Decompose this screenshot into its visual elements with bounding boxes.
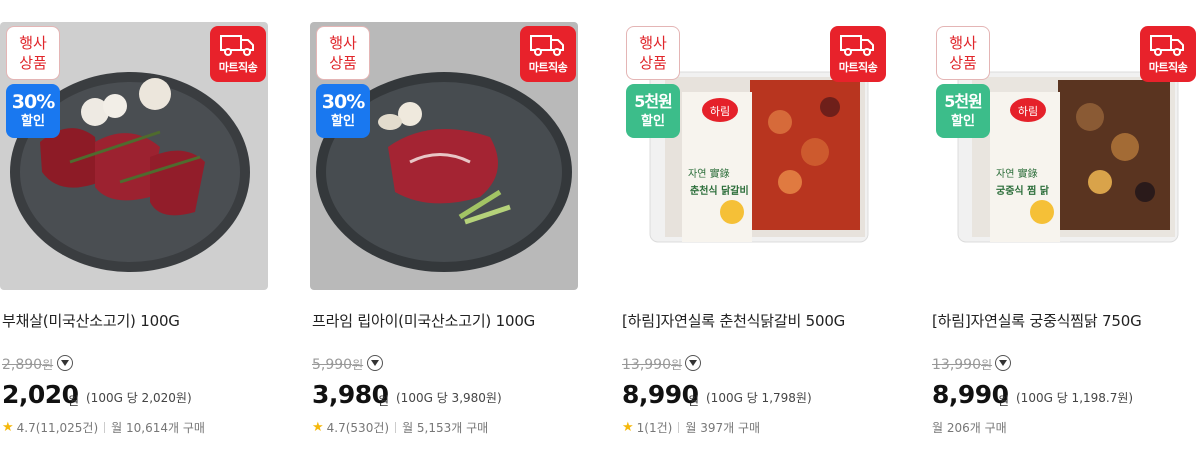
- product-name[interactable]: 프라임 립아이(미국산소고기) 100G: [312, 310, 535, 331]
- rating: 4.7(530건): [326, 421, 390, 435]
- original-price: 2,890원: [2, 357, 54, 373]
- product-meta: ★ 4.7(11,025건) 월 10,614개 구매: [2, 419, 205, 436]
- star-icon: ★: [2, 420, 14, 435]
- mart-delivery-badge: 마트직송: [520, 26, 576, 82]
- divider: [395, 422, 397, 433]
- product-card[interactable]: 행사 상품 마트직송 30% 할인 프라임 립아이(미국산소고기) 100G 5,9…: [310, 0, 582, 468]
- truck-icon: [530, 35, 564, 56]
- monthly-purchases: 월 5,153개 구매: [402, 421, 489, 435]
- unit-price: (100G 당 2,020원): [86, 391, 192, 405]
- original-price: 5,990원: [312, 357, 364, 373]
- chevron-down-icon[interactable]: [367, 355, 383, 371]
- unit-price: (100G 당 3,980원): [396, 391, 502, 405]
- truck-icon: [1150, 35, 1184, 56]
- discount-badge: 30% 할인: [6, 84, 60, 138]
- chevron-down-icon[interactable]: [57, 355, 73, 371]
- mart-delivery-badge: 마트직송: [210, 26, 266, 82]
- product-meta: ★ 1(1건) 월 397개 구매: [622, 419, 760, 436]
- truck-icon: [220, 35, 254, 56]
- monthly-purchases: 월 206개 구매: [932, 421, 1007, 435]
- mart-delivery-badge: 마트직송: [1140, 26, 1196, 82]
- product-card[interactable]: 행사 상품 마트직송 30% 할인 부채살(미국산소고기) 100G 2,890원 …: [0, 0, 272, 468]
- monthly-purchases: 월 10,614개 구매: [111, 421, 205, 435]
- product-name[interactable]: 부채살(미국산소고기) 100G: [2, 310, 180, 331]
- chevron-down-icon[interactable]: [685, 355, 701, 371]
- svg-text:궁중식 찜 닭: 궁중식 찜 닭: [996, 184, 1050, 197]
- star-icon: ★: [312, 420, 324, 435]
- divider: [678, 422, 680, 433]
- svg-text:하림: 하림: [1018, 104, 1038, 118]
- product-meta: ★ 4.7(530건) 월 5,153개 구매: [312, 419, 488, 436]
- event-badge: 행사 상품: [936, 26, 990, 80]
- price-unit: 원: [688, 394, 700, 408]
- svg-text:하림: 하림: [710, 104, 730, 118]
- event-badge: 행사 상품: [316, 26, 370, 80]
- svg-text:자연 實錄: 자연 實錄: [996, 167, 1038, 180]
- product-meta: 월 206개 구매: [932, 419, 1007, 436]
- discount-badge: 5천원 할인: [626, 84, 680, 138]
- divider: [104, 422, 106, 433]
- event-badge: 행사 상품: [6, 26, 60, 80]
- price-unit: 원: [378, 394, 390, 408]
- original-price: 13,990원: [932, 357, 993, 373]
- product-name[interactable]: [하림]자연실록 춘천식닭갈비 500G: [622, 310, 845, 331]
- star-icon: ★: [622, 420, 634, 435]
- discount-badge: 5천원 할인: [936, 84, 990, 138]
- truck-icon: [840, 35, 874, 56]
- product-card[interactable]: 하림 자연 實錄 궁중식 찜 닭 행사 상품 마트직송 5천원 할인 [하림]자연실…: [930, 0, 1202, 468]
- chevron-down-icon[interactable]: [995, 355, 1011, 371]
- product-card[interactable]: 하림 자연 實錄 춘천식 닭갈비 행사 상품 마트직송 5천원 할인 [하림]자연실…: [620, 0, 892, 468]
- event-badge: 행사 상품: [626, 26, 680, 80]
- rating: 4.7(11,025건): [16, 421, 99, 435]
- svg-text:춘천식 닭갈비: 춘천식 닭갈비: [690, 184, 749, 197]
- price-unit: 원: [68, 394, 80, 408]
- mart-delivery-badge: 마트직송: [830, 26, 886, 82]
- unit-price: (100G 당 1,198.7원): [1016, 391, 1134, 405]
- svg-text:자연 實錄: 자연 實錄: [688, 167, 730, 180]
- product-name[interactable]: [하림]자연실록 궁중식찜닭 750G: [932, 310, 1142, 331]
- monthly-purchases: 월 397개 구매: [685, 421, 761, 435]
- rating: 1(1건): [636, 421, 673, 435]
- unit-price: (100G 당 1,798원): [706, 391, 812, 405]
- discount-badge: 30% 할인: [316, 84, 370, 138]
- price-unit: 원: [998, 394, 1010, 408]
- original-price: 13,990원: [622, 357, 683, 373]
